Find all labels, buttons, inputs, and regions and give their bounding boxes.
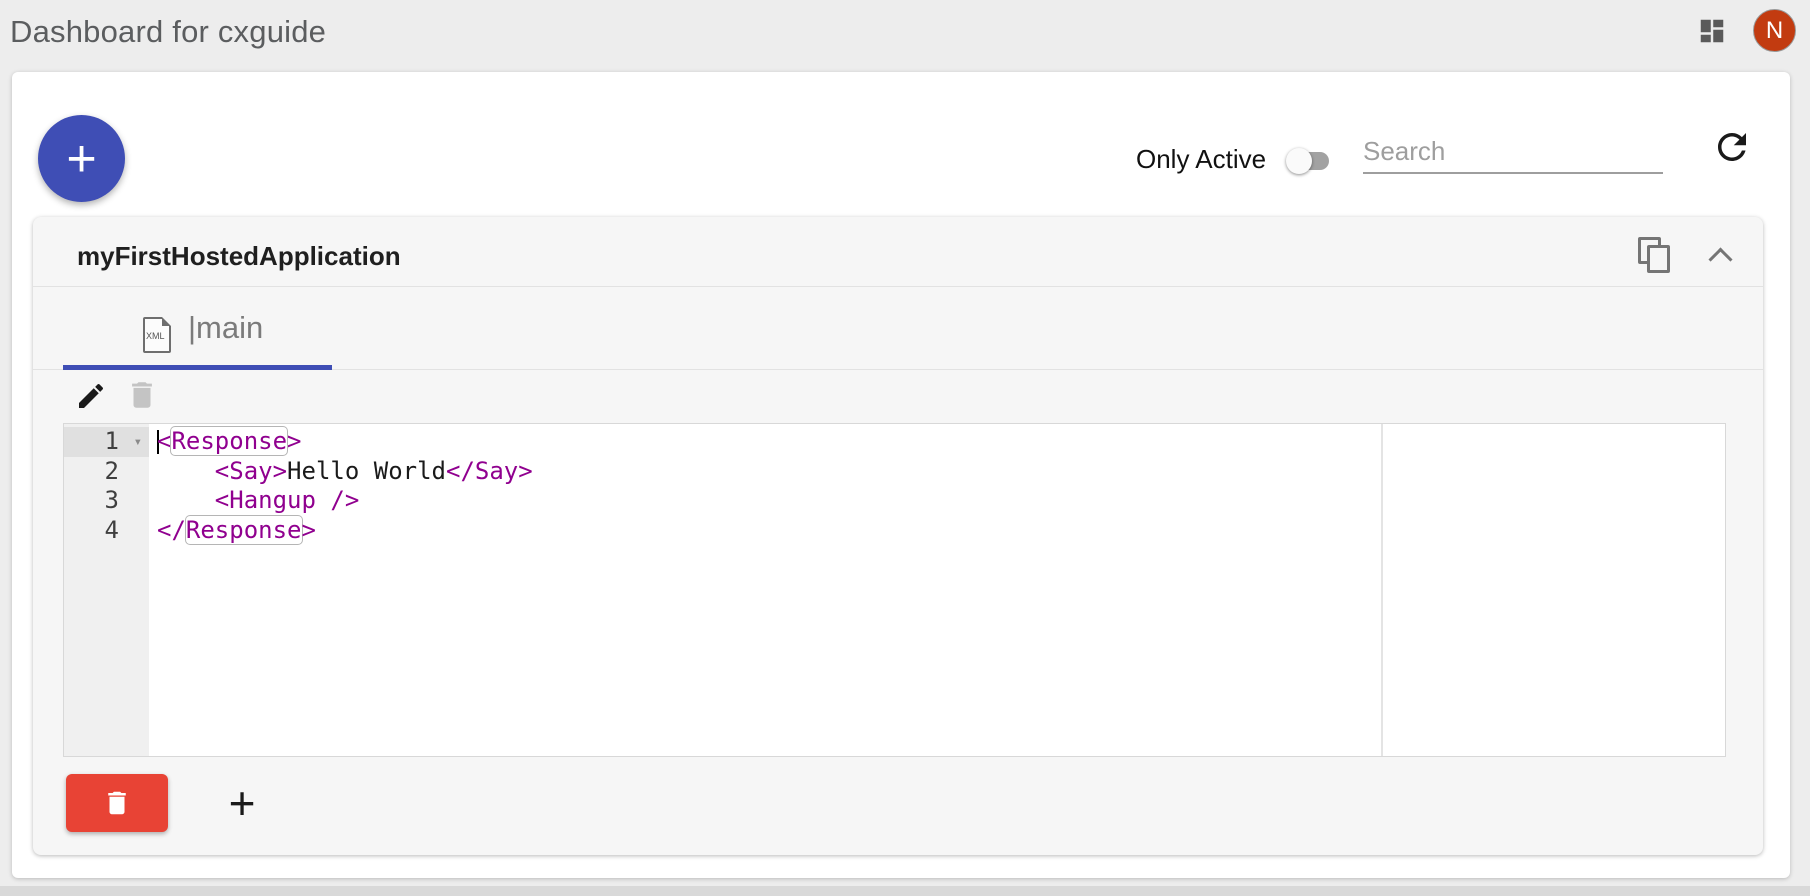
- tab-main-label: |main: [188, 310, 263, 346]
- add-file-button[interactable]: +: [213, 774, 271, 832]
- code-segment: </Say>: [446, 457, 533, 485]
- code-segment: <Say>: [215, 457, 287, 485]
- code-segment: Hello World: [287, 457, 446, 485]
- code-segment: >: [302, 516, 316, 544]
- trash-icon: [102, 788, 132, 818]
- page-bottom-strip: [0, 886, 1810, 896]
- gutter-line-number: 2: [64, 457, 149, 487]
- avatar-initial: N: [1766, 17, 1783, 45]
- delete-file-icon-disabled[interactable]: [125, 378, 159, 412]
- xml-file-icon-label: XML: [146, 331, 168, 341]
- code-line[interactable]: <Hangup />: [157, 486, 1725, 516]
- xml-file-icon-corner: [162, 317, 171, 326]
- code-editor[interactable]: 1▾234 <Response> <Say>Hello World</Say> …: [63, 423, 1726, 757]
- matched-tag: Response: [171, 427, 287, 455]
- code-segment: <: [157, 427, 171, 455]
- dashboard-icon[interactable]: [1697, 16, 1727, 46]
- copy-icon[interactable]: [1638, 237, 1674, 273]
- code-segment: [157, 457, 215, 485]
- refresh-icon[interactable]: [1711, 126, 1753, 168]
- avatar[interactable]: N: [1753, 9, 1796, 52]
- search-input[interactable]: [1363, 130, 1663, 174]
- page-title: Dashboard for cxguide: [10, 14, 326, 50]
- add-application-fab[interactable]: +: [38, 115, 125, 202]
- code-line[interactable]: </Response>: [157, 516, 1725, 546]
- plus-icon: +: [66, 130, 96, 188]
- print-margin-line: [1381, 424, 1383, 756]
- application-title: myFirstHostedApplication: [77, 241, 401, 272]
- gutter-line-number: 1▾: [64, 427, 149, 457]
- tab-main[interactable]: XML |main: [63, 288, 332, 370]
- code-line[interactable]: <Response>: [157, 427, 1725, 457]
- only-active-label: Only Active: [1136, 144, 1266, 175]
- gutter-line-number: 4: [64, 516, 149, 546]
- code-line[interactable]: <Say>Hello World</Say>: [157, 457, 1725, 487]
- gutter: 1▾234: [64, 424, 149, 756]
- copy-icon-front: [1647, 245, 1670, 273]
- fold-arrow-icon[interactable]: ▾: [134, 428, 142, 458]
- toggle-thumb: [1286, 148, 1312, 174]
- application-card-header: myFirstHostedApplication: [33, 217, 1763, 287]
- delete-application-button[interactable]: [66, 774, 168, 832]
- application-card: myFirstHostedApplication XML |main 1▾234…: [33, 217, 1763, 855]
- code-segment: [157, 486, 215, 514]
- xml-file-icon: XML: [143, 317, 171, 353]
- gutter-line-number: 3: [64, 486, 149, 516]
- code-segment: </: [157, 516, 186, 544]
- matched-tag: Response: [186, 516, 302, 544]
- code-lines: <Response> <Say>Hello World</Say> <Hangu…: [149, 424, 1725, 756]
- code-segment: >: [287, 427, 301, 455]
- dashboard-panel: + Only Active myFirstHostedApplication X…: [12, 72, 1790, 878]
- app-header: Dashboard for cxguide N: [0, 0, 1810, 62]
- active-tab-underline: [63, 365, 332, 370]
- code-segment: <Hangup />: [215, 486, 360, 514]
- only-active-toggle[interactable]: [1286, 148, 1332, 174]
- edit-pencil-icon[interactable]: [75, 380, 107, 412]
- chevron-up-icon[interactable]: [1708, 247, 1732, 271]
